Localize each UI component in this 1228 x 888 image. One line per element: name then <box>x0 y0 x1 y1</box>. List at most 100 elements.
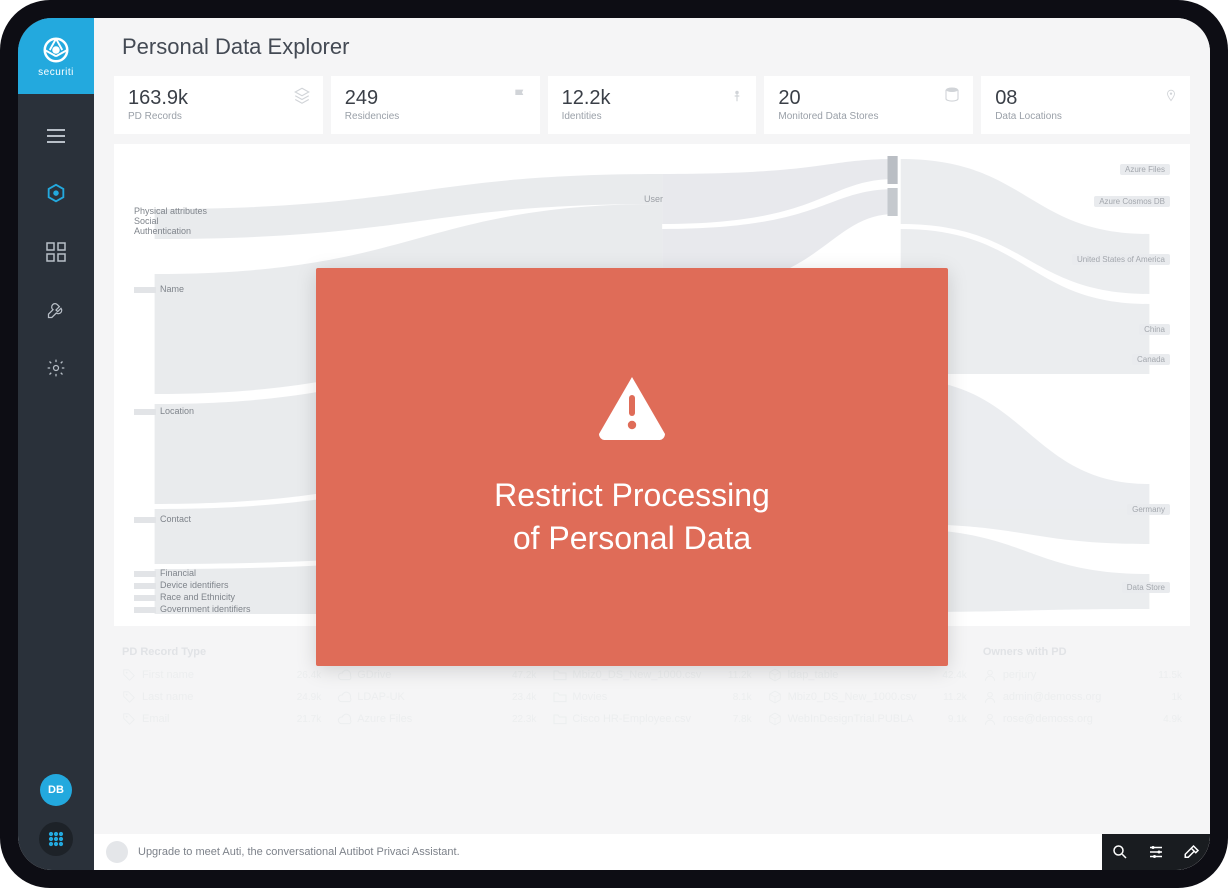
stat-label: Data Locations <box>995 111 1176 122</box>
sidebar-item-tools[interactable] <box>40 294 72 326</box>
table-cell: LDAP-UK23.4k <box>329 686 544 708</box>
cell-text: rose@demoss.org <box>1003 713 1093 725</box>
sankey-right-label: Azure Files <box>1120 164 1170 175</box>
cell-value: 1k <box>1171 692 1182 703</box>
cell-text: Mbiz0_DS_New_1000.csv <box>572 669 701 681</box>
cell-value: 7.8k <box>733 714 752 725</box>
tag-icon <box>122 712 136 726</box>
header: Personal Data Explorer <box>94 18 1210 76</box>
cell-value: 23.4k <box>512 692 536 703</box>
cloud-icon <box>337 712 351 726</box>
table-row[interactable]: Email21.7kAzure Files22.3kCisco HR-Emplo… <box>114 708 1190 730</box>
user-icon <box>983 712 997 726</box>
user-icon <box>983 668 997 682</box>
user-icon <box>983 690 997 704</box>
db-icon <box>943 86 961 109</box>
table-row[interactable]: Last name24.9kLDAP-UK23.4kMovies8.1kMbiz… <box>114 686 1190 708</box>
cell-text: WebInDesignTrial.PUBLA <box>788 713 914 725</box>
cloud-icon <box>337 690 351 704</box>
sidebar-item-dashboard[interactable] <box>40 236 72 268</box>
cell-value: 26.4k <box>297 670 321 681</box>
stat-card[interactable]: 163.9k PD Records <box>114 76 323 134</box>
tag-icon <box>122 668 136 682</box>
sidebar-item-explorer[interactable] <box>40 178 72 210</box>
restrict-processing-modal[interactable]: Restrict Processing of Personal Data <box>316 268 948 666</box>
hamburger-icon <box>47 129 65 143</box>
table-cell: First name26.4k <box>114 664 329 686</box>
hamburger-menu-button[interactable] <box>40 120 72 152</box>
aperture-icon <box>41 35 71 65</box>
sankey-right-label: United States of America <box>1072 254 1170 265</box>
folder-icon <box>552 712 566 726</box>
stat-label: Monitored Data Stores <box>778 111 959 122</box>
tablet-frame: securiti DB <box>0 0 1228 888</box>
build-button[interactable] <box>1174 834 1210 870</box>
cell-text: admin@demoss.org <box>1003 691 1102 703</box>
stat-label: PD Records <box>128 111 309 122</box>
cell-text: GDrive <box>357 669 391 681</box>
chat-bar[interactable]: Upgrade to meet Auti, the conversational… <box>94 834 1210 870</box>
stat-value: 163.9k <box>128 88 309 108</box>
sankey-right-label: China <box>1139 324 1170 335</box>
table-cell: ldap_table42.4k <box>760 664 975 686</box>
stat-card[interactable]: 12.2k Identities <box>548 76 757 134</box>
cell-value: 47.2k <box>512 670 536 681</box>
warning-triangle-icon <box>596 374 668 440</box>
table-cell: WebInDesignTrial.PUBLA 9.1k <box>760 708 975 730</box>
modal-title: Restrict Processing of Personal Data <box>494 474 770 560</box>
stat-value: 12.2k <box>562 88 743 108</box>
sankey-left-label: Social <box>134 216 159 226</box>
folder-icon <box>552 690 566 704</box>
sankey-mid-label: User <box>644 194 663 204</box>
search-icon <box>1111 843 1129 861</box>
table-row[interactable]: First name26.4k GDrive 47.2k Mbiz0_DS_New_1… <box>114 664 1190 686</box>
page-title: Personal Data Explorer <box>122 34 349 60</box>
cell-text: Cisco HR-Employee.csv <box>572 713 691 725</box>
sankey-left-label: Contact <box>134 514 191 524</box>
cell-text: Movies <box>572 691 607 703</box>
cloud-icon <box>337 668 351 682</box>
table-cell: Cisco HR-Employee.csv 7.8k <box>544 708 759 730</box>
avatar-initials: DB <box>48 784 64 796</box>
cell-text: Last name <box>142 691 193 703</box>
filter-button[interactable] <box>1138 834 1174 870</box>
cell-value: 8.1k <box>733 692 752 703</box>
sliders-icon <box>1147 843 1165 861</box>
grid-icon <box>46 242 66 262</box>
stat-label: Residencies <box>345 111 526 122</box>
table-cell: rose@demoss.org4.9k <box>975 708 1190 730</box>
sankey-right-label: Canada <box>1132 354 1170 365</box>
search-button[interactable] <box>1102 834 1138 870</box>
sidebar-item-settings[interactable] <box>40 352 72 384</box>
table-cell: GDrive 47.2k <box>329 664 544 686</box>
sankey-left-label: Financial <box>134 568 196 578</box>
sankey-right-label: Germany <box>1127 504 1170 515</box>
cell-value: 9.1k <box>948 714 967 725</box>
stat-card[interactable]: 20 Monitored Data Stores <box>764 76 973 134</box>
modal-title-line1: Restrict Processing <box>494 474 770 517</box>
table-cell: Mbiz0_DS_New_1000.csv 11.2k <box>544 664 759 686</box>
table-header: PD Record Type <box>114 640 329 664</box>
cell-value: 21.7k <box>297 714 321 725</box>
cell-value: 11.2k <box>728 670 752 681</box>
cell-text: Mbiz0_DS_New_1000.csv <box>788 691 917 703</box>
table-cell: Azure Files22.3k <box>329 708 544 730</box>
person-icon <box>730 86 744 111</box>
modal-title-line2: of Personal Data <box>494 517 770 560</box>
hammer-icon <box>1183 843 1201 861</box>
layers-icon <box>293 86 311 109</box>
stat-card[interactable]: 249Residencies <box>331 76 540 134</box>
wrench-icon <box>46 300 66 320</box>
cube-icon <box>768 690 782 704</box>
avatar[interactable]: DB <box>40 774 72 806</box>
stat-label: Identities <box>562 111 743 122</box>
sankey-right-label: Azure Cosmos DB <box>1094 196 1170 207</box>
cell-value: 22.3k <box>512 714 536 725</box>
stat-card[interactable]: 08Data Locations <box>981 76 1190 134</box>
brand-logo[interactable]: securiti <box>18 18 94 94</box>
app-screen: securiti DB <box>18 18 1210 870</box>
cell-value: 42.4k <box>942 670 966 681</box>
tag-icon <box>122 690 136 704</box>
stat-value: 20 <box>778 88 959 108</box>
apps-button[interactable] <box>39 822 73 856</box>
